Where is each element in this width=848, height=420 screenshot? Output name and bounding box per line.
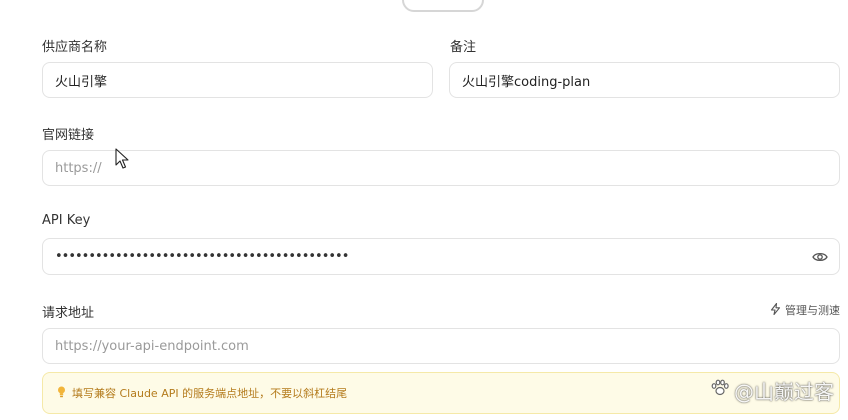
paw-icon: [710, 378, 730, 403]
provider-name-label: 供应商名称: [42, 40, 108, 55]
website-field[interactable]: https://: [42, 150, 840, 186]
eye-icon[interactable]: [811, 248, 829, 266]
provider-form-page: 供应商名称 火山引擎 备注 火山引擎coding-plan 官网链接 https…: [0, 0, 848, 420]
manage-speedtest-label: 管理与测速: [785, 304, 840, 317]
watermark: @山巅过客: [710, 376, 834, 405]
website-label: 官网链接: [42, 128, 95, 143]
note-field[interactable]: 火山引擎coding-plan: [449, 62, 840, 98]
lightning-icon: [770, 302, 781, 318]
endpoint-label: 请求地址: [42, 306, 95, 321]
lightbulb-icon: [57, 386, 66, 401]
hint-text: 填写兼容 Claude API 的服务端点地址，不要以斜杠结尾: [72, 387, 348, 400]
api-key-label: API Key: [42, 213, 91, 228]
note-label: 备注: [450, 40, 477, 55]
website-placeholder: https://: [55, 160, 102, 176]
provider-name-field[interactable]: 火山引擎: [42, 62, 433, 98]
provider-name-value: 火山引擎: [55, 74, 108, 90]
mouse-cursor-icon: [115, 148, 129, 174]
watermark-text: @山巅过客: [734, 380, 834, 404]
endpoint-field[interactable]: https://your-api-endpoint.com: [42, 328, 840, 364]
note-value: 火山引擎coding-plan: [462, 74, 591, 90]
top-handle[interactable]: [402, 0, 484, 12]
api-key-field[interactable]: ••••••••••••••••••••••••••••••••••••••••…: [42, 238, 840, 275]
endpoint-placeholder: https://your-api-endpoint.com: [55, 338, 249, 354]
manage-speedtest-button[interactable]: 管理与测速: [770, 302, 840, 318]
api-key-value: ••••••••••••••••••••••••••••••••••••••••…: [55, 249, 349, 264]
